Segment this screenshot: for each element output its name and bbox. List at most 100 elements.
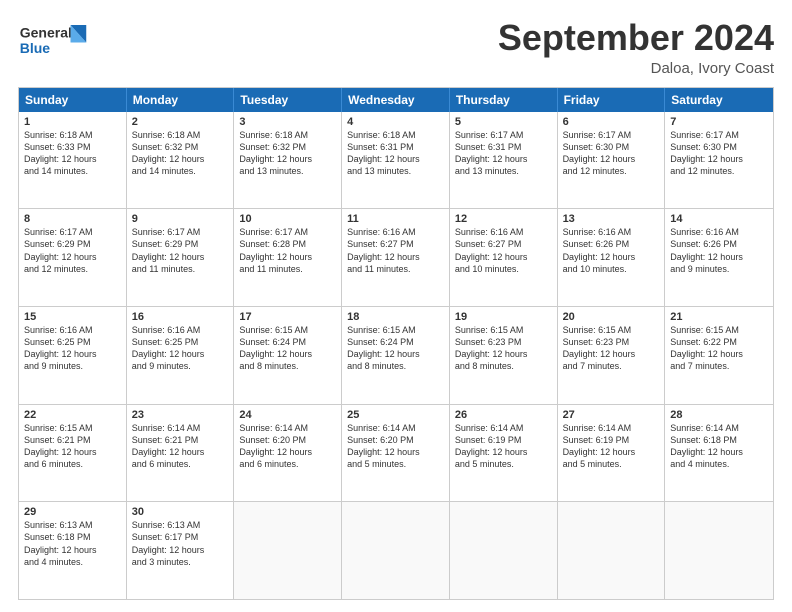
day-info-line: and 10 minutes. — [563, 263, 660, 275]
day-number: 18 — [347, 311, 444, 323]
calendar-day-16: 16Sunrise: 6:16 AMSunset: 6:25 PMDayligh… — [127, 307, 235, 404]
day-info-line: Sunrise: 6:17 AM — [132, 226, 229, 238]
day-info-line: Sunrise: 6:15 AM — [455, 324, 552, 336]
day-info-line: Daylight: 12 hours — [347, 348, 444, 360]
day-info-line: Daylight: 12 hours — [347, 251, 444, 263]
day-number: 29 — [24, 506, 121, 518]
day-info-line: and 7 minutes. — [563, 360, 660, 372]
day-info-line: Sunset: 6:24 PM — [239, 336, 336, 348]
day-info-line: Sunset: 6:21 PM — [132, 434, 229, 446]
page: General Blue September 2024 Daloa, Ivory… — [0, 0, 792, 612]
day-number: 14 — [670, 213, 768, 225]
day-info-line: Sunset: 6:28 PM — [239, 238, 336, 250]
day-info-line: and 4 minutes. — [24, 556, 121, 568]
day-info-line: Sunrise: 6:15 AM — [563, 324, 660, 336]
day-info-line: and 4 minutes. — [670, 458, 768, 470]
day-number: 28 — [670, 409, 768, 421]
day-info-line: Sunrise: 6:16 AM — [455, 226, 552, 238]
calendar-body: 1 Sunrise: 6:18 AM Sunset: 6:33 PM Daylight… — [19, 112, 773, 599]
day-info-line: Sunset: 6:25 PM — [132, 336, 229, 348]
calendar-title: September 2024 — [498, 18, 774, 58]
calendar-day-3: 3Sunrise: 6:18 AMSunset: 6:32 PMDaylight… — [234, 112, 342, 209]
calendar-day-empty — [234, 502, 342, 599]
day-number: 8 — [24, 213, 121, 225]
day-info-line: and 5 minutes. — [455, 458, 552, 470]
day-number: 10 — [239, 213, 336, 225]
day-info-line: Sunset: 6:24 PM — [347, 336, 444, 348]
calendar-day-11: 11Sunrise: 6:16 AMSunset: 6:27 PMDayligh… — [342, 209, 450, 306]
calendar-day-22: 22Sunrise: 6:15 AMSunset: 6:21 PMDayligh… — [19, 405, 127, 502]
day-number: 6 — [563, 116, 660, 128]
day-info-line: and 9 minutes. — [670, 263, 768, 275]
day-number: 7 — [670, 116, 768, 128]
day-number: 17 — [239, 311, 336, 323]
day-number: 5 — [455, 116, 552, 128]
day-info-line: and 9 minutes. — [24, 360, 121, 372]
day-info-line: Sunrise: 6:16 AM — [670, 226, 768, 238]
day-number: 20 — [563, 311, 660, 323]
weekday-header-monday: Monday — [127, 88, 235, 112]
day-info-line: Sunset: 6:31 PM — [455, 141, 552, 153]
day-info-line: Daylight: 12 hours — [563, 251, 660, 263]
calendar-day-17: 17Sunrise: 6:15 AMSunset: 6:24 PMDayligh… — [234, 307, 342, 404]
day-number: 19 — [455, 311, 552, 323]
calendar-day-empty — [450, 502, 558, 599]
calendar-day-2: 2Sunrise: 6:18 AMSunset: 6:32 PMDaylight… — [127, 112, 235, 209]
day-number: 13 — [563, 213, 660, 225]
day-info-line: Sunset: 6:33 PM — [24, 141, 121, 153]
day-info-line: and 8 minutes. — [239, 360, 336, 372]
day-info-line: and 5 minutes. — [563, 458, 660, 470]
calendar-day-25: 25Sunrise: 6:14 AMSunset: 6:20 PMDayligh… — [342, 405, 450, 502]
day-number: 12 — [455, 213, 552, 225]
day-info-line: Sunset: 6:18 PM — [670, 434, 768, 446]
day-info-line: Sunset: 6:17 PM — [132, 531, 229, 543]
calendar-day-15: 15Sunrise: 6:16 AMSunset: 6:25 PMDayligh… — [19, 307, 127, 404]
day-info-line: Daylight: 12 hours — [24, 446, 121, 458]
calendar-day-empty — [342, 502, 450, 599]
day-info-line: Daylight: 12 hours — [239, 348, 336, 360]
day-info-line: and 11 minutes. — [132, 263, 229, 275]
day-number: 16 — [132, 311, 229, 323]
svg-text:General: General — [20, 24, 72, 40]
day-info-line: Sunrise: 6:14 AM — [347, 422, 444, 434]
day-info-line: Sunrise: 6:14 AM — [563, 422, 660, 434]
day-info-line: Sunset: 6:23 PM — [455, 336, 552, 348]
calendar-week-3: 15Sunrise: 6:16 AMSunset: 6:25 PMDayligh… — [19, 306, 773, 404]
day-info-line: Daylight: 12 hours — [132, 446, 229, 458]
day-info-line: Sunset: 6:25 PM — [24, 336, 121, 348]
day-info-line: Sunrise: 6:18 AM — [132, 129, 229, 141]
calendar-day-20: 20Sunrise: 6:15 AMSunset: 6:23 PMDayligh… — [558, 307, 666, 404]
day-number: 26 — [455, 409, 552, 421]
day-info-line: Sunset: 6:29 PM — [24, 238, 121, 250]
day-info-line: Sunrise: 6:15 AM — [239, 324, 336, 336]
day-info-line: and 9 minutes. — [132, 360, 229, 372]
logo: General Blue — [18, 18, 88, 60]
day-info-line: Sunrise: 6:15 AM — [670, 324, 768, 336]
day-info-line: Sunset: 6:19 PM — [563, 434, 660, 446]
day-number: 1 — [24, 116, 121, 128]
day-info-line: Sunset: 6:19 PM — [455, 434, 552, 446]
day-info-line: Sunrise: 6:16 AM — [347, 226, 444, 238]
day-info-line: Daylight: 12 hours — [347, 446, 444, 458]
day-info-line: and 12 minutes. — [24, 263, 121, 275]
calendar-day-5: 5Sunrise: 6:17 AMSunset: 6:31 PMDaylight… — [450, 112, 558, 209]
calendar-day-6: 6Sunrise: 6:17 AMSunset: 6:30 PMDaylight… — [558, 112, 666, 209]
calendar-day-7: 7Sunrise: 6:17 AMSunset: 6:30 PMDaylight… — [665, 112, 773, 209]
day-number: 21 — [670, 311, 768, 323]
calendar-day-23: 23Sunrise: 6:14 AMSunset: 6:21 PMDayligh… — [127, 405, 235, 502]
day-info-line: Sunrise: 6:16 AM — [24, 324, 121, 336]
day-info-line: Sunrise: 6:15 AM — [347, 324, 444, 336]
calendar-day-21: 21Sunrise: 6:15 AMSunset: 6:22 PMDayligh… — [665, 307, 773, 404]
day-info-line: Daylight: 12 hours — [670, 446, 768, 458]
day-info-line: Sunrise: 6:13 AM — [24, 519, 121, 531]
day-info-line: Sunset: 6:29 PM — [132, 238, 229, 250]
day-info-line: and 6 minutes. — [132, 458, 229, 470]
day-info-line: Sunset: 6:27 PM — [455, 238, 552, 250]
calendar-day-1: 1Sunrise: 6:18 AMSunset: 6:33 PMDaylight… — [19, 112, 127, 209]
day-info-line: Daylight: 12 hours — [455, 153, 552, 165]
day-number: 25 — [347, 409, 444, 421]
day-info-line: Sunset: 6:30 PM — [563, 141, 660, 153]
svg-text:Blue: Blue — [20, 40, 51, 56]
calendar-day-30: 30Sunrise: 6:13 AMSunset: 6:17 PMDayligh… — [127, 502, 235, 599]
calendar-day-28: 28Sunrise: 6:14 AMSunset: 6:18 PMDayligh… — [665, 405, 773, 502]
